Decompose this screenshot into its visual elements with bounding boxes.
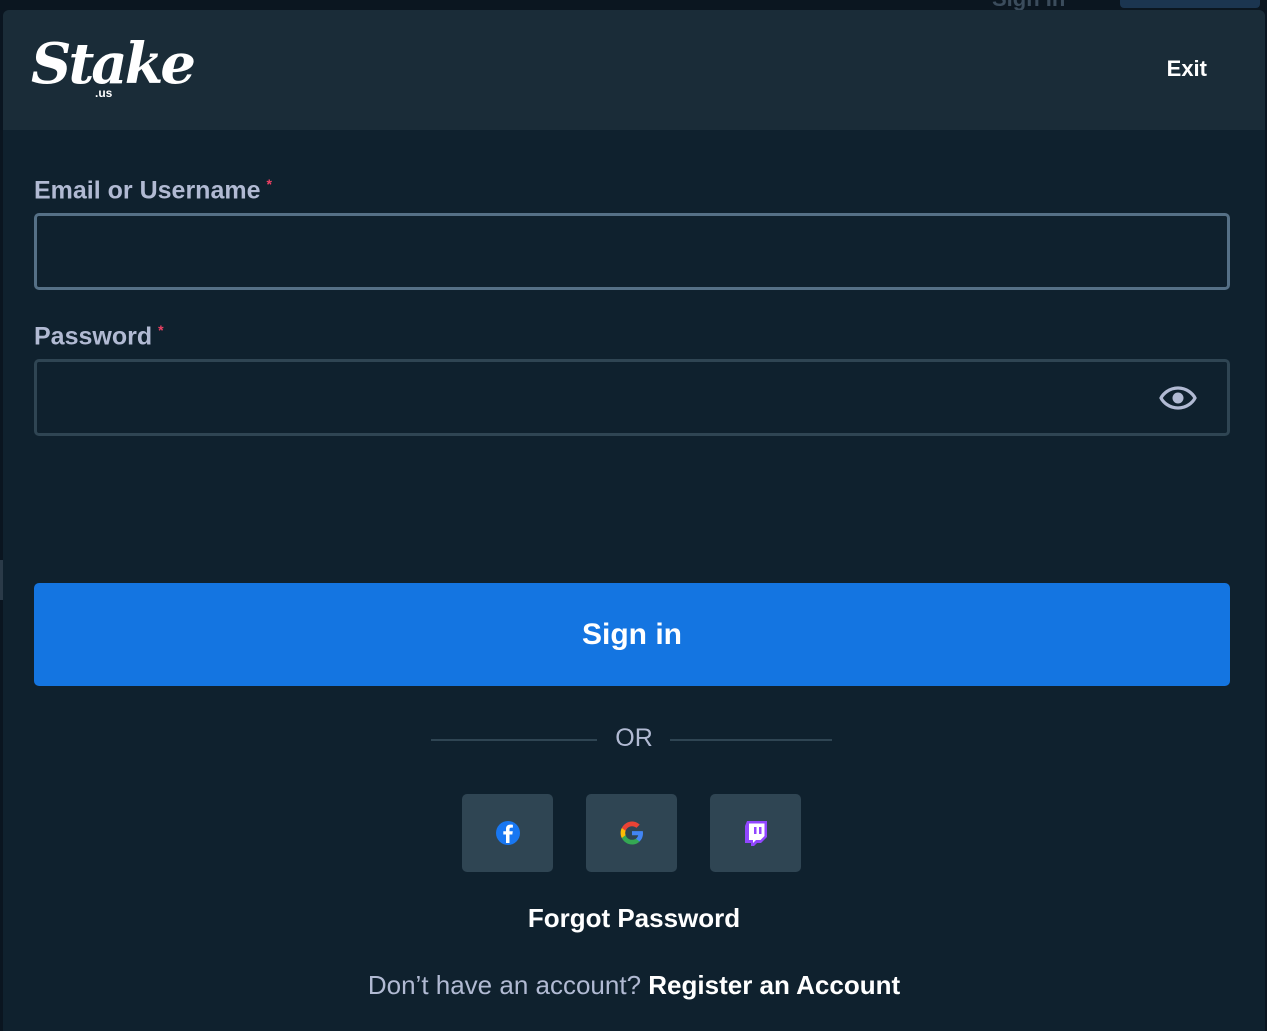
exit-button[interactable]: Exit	[1167, 56, 1207, 82]
register-link[interactable]: Register an Account	[648, 970, 900, 1000]
modal-header: Stake .us Exit	[3, 10, 1265, 130]
divider-line-right	[670, 739, 832, 741]
signin-modal: Stake .us Exit Email or Username * Passwo…	[3, 10, 1265, 1031]
email-field[interactable]	[34, 213, 1230, 290]
divider-line-left	[431, 739, 597, 741]
facebook-login-button[interactable]	[462, 794, 553, 872]
background-page-strip: Sign In	[0, 0, 1267, 11]
stake-logo[interactable]: Stake .us	[31, 28, 196, 104]
or-divider: OR	[3, 724, 1265, 754]
register-row: Don’t have an account? Register an Accou…	[3, 970, 1265, 1001]
required-mark: *	[158, 322, 164, 338]
logo-subtext: .us	[95, 86, 113, 100]
facebook-icon	[495, 821, 520, 845]
password-field[interactable]	[34, 359, 1230, 436]
signin-button[interactable]: Sign in	[34, 583, 1230, 686]
or-text: OR	[615, 724, 653, 752]
email-label: Email or Username *	[34, 176, 272, 205]
email-label-text: Email or Username	[34, 176, 261, 205]
password-label-text: Password	[34, 322, 153, 351]
password-label: Password *	[34, 322, 164, 351]
google-login-button[interactable]	[586, 794, 677, 872]
twitch-login-button[interactable]	[710, 794, 801, 872]
eye-icon[interactable]	[1159, 385, 1197, 411]
google-icon	[620, 821, 643, 845]
forgot-password-link[interactable]: Forgot Password	[3, 903, 1265, 934]
background-register-button	[1120, 0, 1260, 8]
register-question: Don’t have an account?	[367, 970, 642, 1000]
twitch-icon	[744, 821, 767, 846]
required-mark: *	[266, 176, 272, 192]
